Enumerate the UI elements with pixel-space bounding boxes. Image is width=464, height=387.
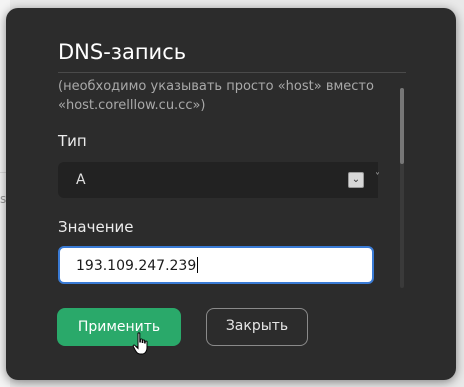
close-button[interactable]: Закрыть [206,308,308,346]
chevron-down-icon-secondary: ˅ [375,172,380,183]
title-divider [58,72,406,73]
apply-button[interactable]: Применить [57,308,181,346]
dns-record-dialog: DNS-запись (необходимо указывать просто … [6,8,456,380]
value-input-text: 193.109.247.239 [76,257,199,274]
type-label: Тип [58,132,87,150]
hint-text: (необходимо указывать просто «host» вмес… [58,79,374,113]
value-label: Значение [58,218,134,236]
value-input[interactable]: 193.109.247.239 [58,246,374,284]
hand-pointer-icon [132,332,148,355]
scrollbar-thumb[interactable] [400,88,404,164]
dialog-title: DNS-запись [58,40,187,64]
text-caret [197,257,199,273]
type-select[interactable]: A ⌄ ˅ [58,162,380,198]
type-select-value: A [76,172,86,188]
chevron-down-icon[interactable]: ⌄ [348,172,364,188]
